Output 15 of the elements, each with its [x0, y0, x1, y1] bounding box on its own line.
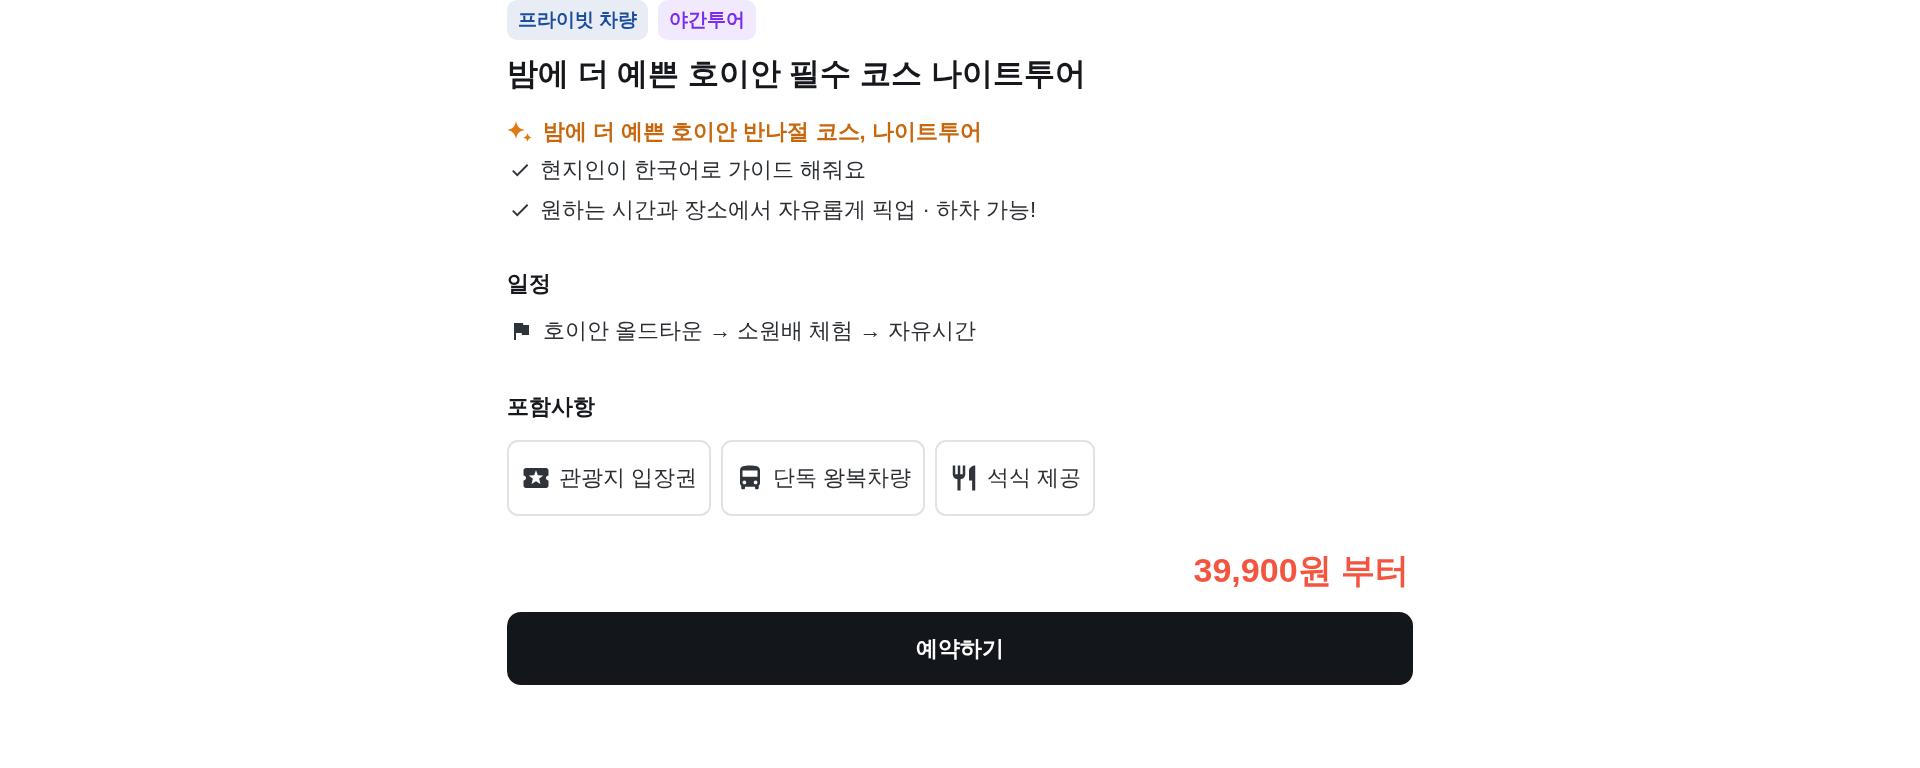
inclusion-label: 단독 왕복차량: [773, 464, 912, 492]
tag: 야간투어: [658, 0, 757, 40]
inclusion-label: 관광지 입장권: [559, 464, 698, 492]
feature-text: 원하는 시간과 장소에서 자유롭게 픽업 · 하차 가능!: [540, 196, 1037, 224]
inclusion-label: 석식 제공: [987, 464, 1082, 492]
tag: 프라이빗 차량: [507, 0, 649, 40]
feature-text: 현지인이 한국어로 가이드 해줘요: [540, 156, 867, 184]
section-heading: 포함사항: [507, 393, 595, 421]
highlight-text: 밤에 더 예쁜 호이안 반나절 코스, 나이트투어: [543, 118, 982, 146]
section-heading: 일정: [507, 270, 551, 298]
book-button[interactable]: 예약하기: [507, 612, 1413, 685]
sparkle-icon: [507, 121, 533, 143]
route-text: 호이안 올드타운 → 소원배 체험 → 자유시간: [543, 317, 976, 345]
price-text: 39,900원 부터: [1193, 550, 1410, 591]
tour-title: 밤에 더 예쁜 호이안 필수 코스 나이트투어: [507, 55, 1086, 93]
